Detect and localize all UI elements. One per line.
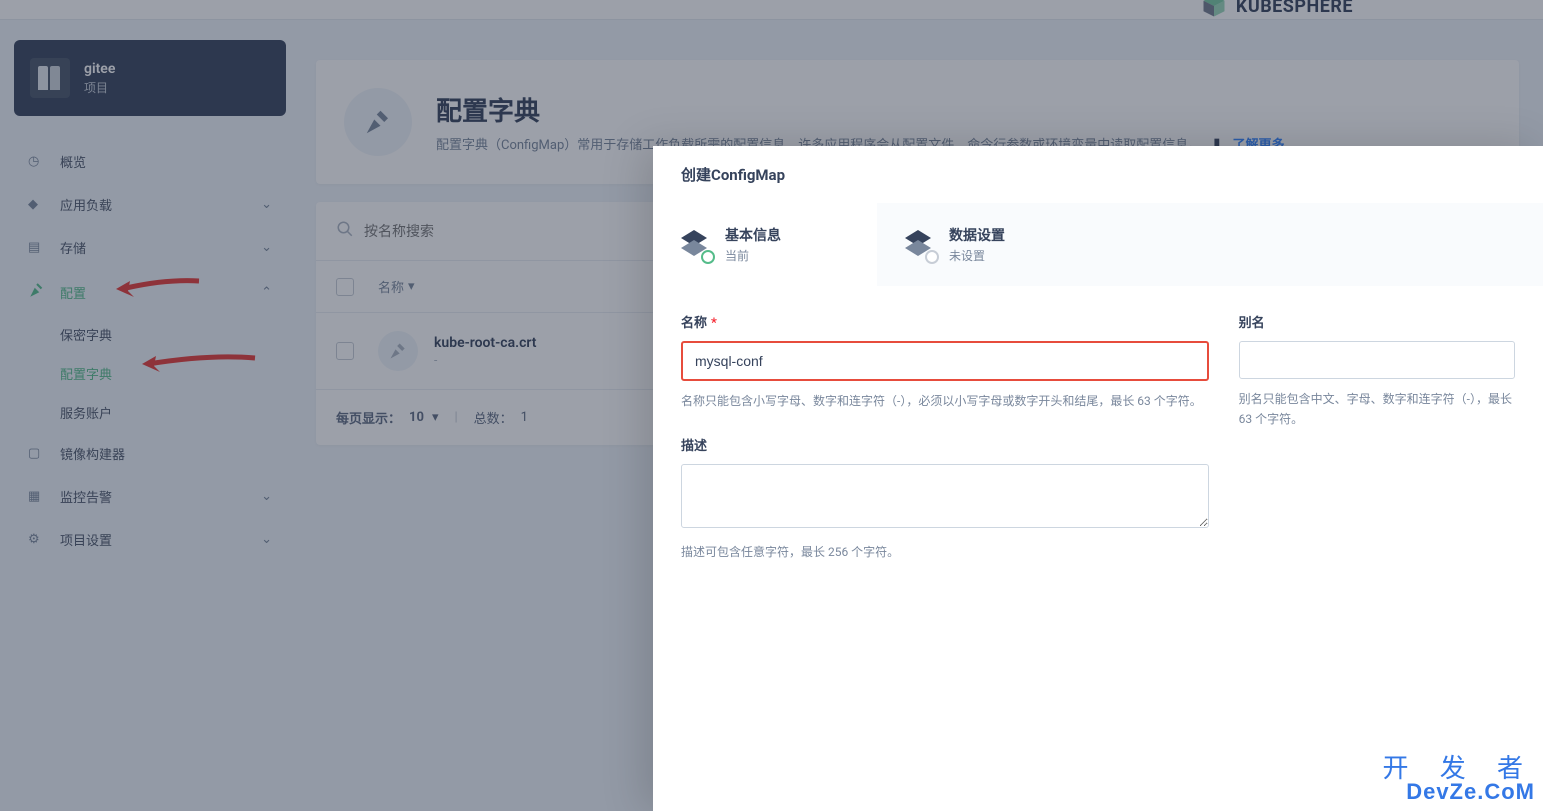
layers-icon [901, 228, 935, 262]
step-data-settings[interactable]: 数据设置 未设置 [877, 203, 1101, 286]
alias-label: 别名 [1239, 312, 1515, 331]
name-label: 名称* [681, 312, 1209, 331]
step-basic-info[interactable]: 基本信息 当前 [653, 203, 877, 286]
step-sub: 未设置 [949, 247, 1005, 264]
desc-help: 描述可包含任意字符，最长 256 个字符。 [681, 542, 1209, 562]
create-configmap-modal: 创建ConfigMap 基本信息 当前 数据设置 未设置 名称* [653, 146, 1543, 811]
name-input[interactable] [681, 341, 1209, 381]
alias-input[interactable] [1239, 341, 1515, 379]
step-sub: 当前 [725, 247, 781, 264]
layers-icon [677, 228, 711, 262]
step-title: 数据设置 [949, 225, 1005, 245]
wizard-steps: 基本信息 当前 数据设置 未设置 [653, 203, 1543, 286]
desc-label: 描述 [681, 435, 1209, 454]
name-help: 名称只能包含小写字母、数字和连字符（-），必须以小写字母或数字开头和结尾，最长 … [681, 391, 1209, 411]
alias-help: 别名只能包含中文、字母、数字和连字符（-），最长 63 个字符。 [1239, 389, 1515, 430]
step-title: 基本信息 [725, 225, 781, 245]
modal-title: 创建ConfigMap [653, 146, 1543, 203]
desc-textarea[interactable] [681, 464, 1209, 528]
form-body: 名称* 名称只能包含小写字母、数字和连字符（-），必须以小写字母或数字开头和结尾… [653, 286, 1543, 593]
